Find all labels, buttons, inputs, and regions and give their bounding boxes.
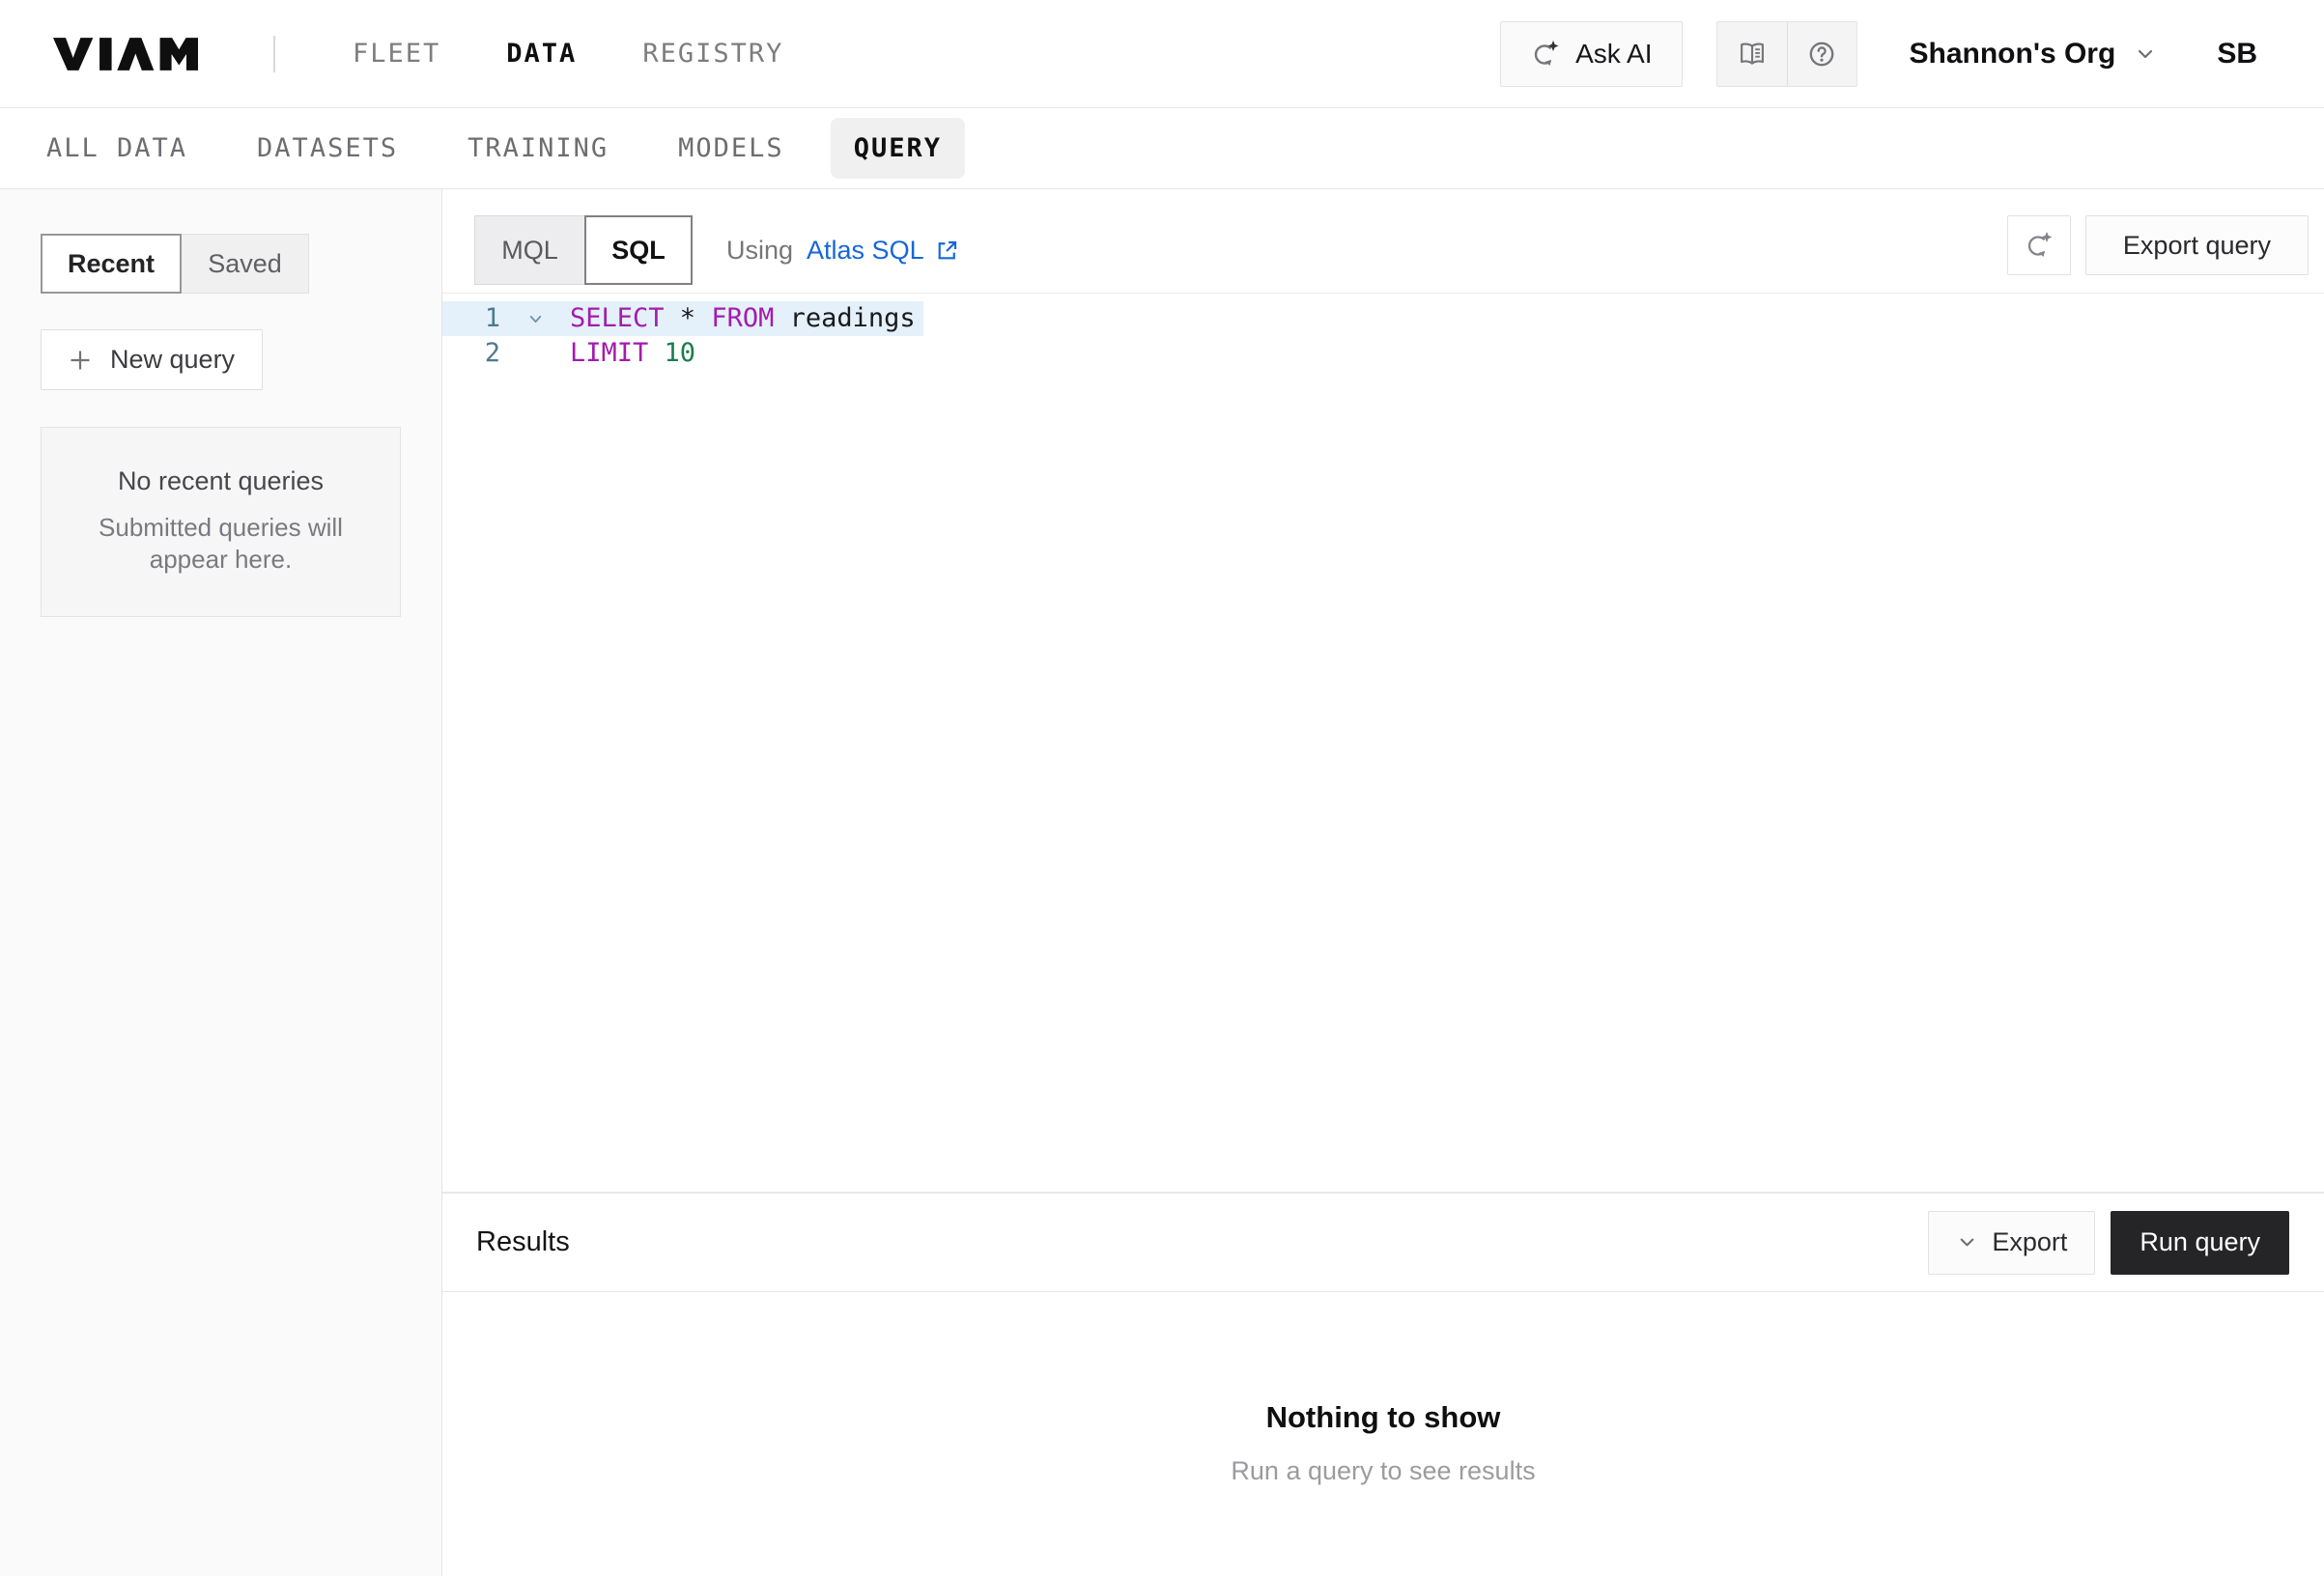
query-main: MQL SQL Using Atlas SQL: [442, 189, 2324, 1576]
tab-training[interactable]: TRAINING: [468, 133, 609, 163]
chevron-down-icon: [527, 311, 544, 327]
nav-data[interactable]: DATA: [506, 39, 577, 69]
results-title: Results: [476, 1226, 570, 1258]
sql-text: *: [665, 303, 712, 333]
results-empty-state: Nothing to show Run a query to see resul…: [442, 1292, 2324, 1576]
org-name: Shannon's Org: [1910, 38, 2116, 70]
content-area: Recent Saved New query No recent queries…: [0, 189, 2324, 1576]
code-line-2[interactable]: 2 LIMIT 10: [442, 336, 703, 371]
org-switcher[interactable]: Shannon's Org: [1910, 38, 2158, 70]
sql-text: readings: [774, 303, 915, 333]
help-button[interactable]: [1787, 22, 1856, 86]
empty-panel-subtitle: Submitted queries will appear here.: [81, 512, 361, 576]
export-results-button[interactable]: Export: [1928, 1211, 2095, 1275]
run-query-button[interactable]: Run query: [2111, 1211, 2289, 1275]
atlas-sql-link[interactable]: Atlas SQL: [807, 236, 960, 266]
sql-text: [648, 338, 664, 368]
recent-saved-toggle: Recent Saved: [41, 234, 401, 294]
tab-saved[interactable]: Saved: [182, 234, 309, 294]
fold-gutter: [500, 336, 570, 371]
ai-sparkle-refresh-icon: [1530, 39, 1561, 70]
empty-results-title: Nothing to show: [1266, 1400, 1501, 1435]
mode-mql-button[interactable]: MQL: [474, 215, 585, 285]
sql-code-editor[interactable]: 1 SELECT * FROM readings 2 LIMIT 10: [442, 293, 2324, 1192]
app-header: FLEET DATA REGISTRY Ask AI: [0, 0, 2324, 108]
fold-toggle[interactable]: [500, 301, 570, 336]
query-sidebar: Recent Saved New query No recent queries…: [0, 189, 442, 1576]
ai-sparkle-refresh-icon: [2024, 230, 2055, 261]
nav-fleet[interactable]: FLEET: [353, 39, 440, 69]
header-divider: [273, 36, 275, 72]
sql-keyword: LIMIT: [570, 338, 648, 368]
viam-logo[interactable]: [53, 38, 198, 70]
tab-recent[interactable]: Recent: [41, 234, 182, 294]
code-line-1[interactable]: 1 SELECT * FROM readings: [442, 301, 923, 336]
line-number: 2: [442, 336, 500, 371]
empty-panel-title: No recent queries: [42, 466, 400, 496]
using-atlas-sql: Using Atlas SQL: [726, 215, 960, 285]
data-subnav: ALL DATA DATASETS TRAINING MODELS QUERY: [0, 108, 2324, 189]
sql-keyword: SELECT: [570, 303, 665, 333]
using-label: Using: [726, 236, 793, 266]
sql-keyword: FROM: [711, 303, 774, 333]
line-number: 1: [442, 301, 500, 336]
no-recent-queries-panel: No recent queries Submitted queries will…: [41, 427, 401, 617]
code-text: LIMIT 10: [570, 336, 695, 371]
tab-all-data[interactable]: ALL DATA: [46, 133, 187, 163]
new-query-label: New query: [110, 345, 235, 375]
chevron-down-icon: [1956, 1231, 1978, 1253]
ask-ai-label: Ask AI: [1575, 39, 1652, 70]
ask-ai-button[interactable]: Ask AI: [1500, 21, 1682, 87]
plus-icon: [67, 347, 94, 374]
atlas-sql-link-label: Atlas SQL: [807, 236, 924, 266]
mode-sql-button[interactable]: SQL: [584, 215, 693, 285]
export-results-label: Export: [1992, 1227, 2067, 1257]
docs-help-group: [1716, 21, 1857, 87]
nav-registry[interactable]: REGISTRY: [642, 39, 783, 69]
tab-models[interactable]: MODELS: [678, 133, 784, 163]
sql-number: 10: [665, 338, 696, 368]
export-query-button[interactable]: Export query: [2085, 215, 2309, 275]
tab-datasets[interactable]: DATASETS: [257, 133, 398, 163]
main-nav: FLEET DATA REGISTRY: [353, 39, 783, 69]
book-icon: [1737, 39, 1768, 70]
documentation-button[interactable]: [1717, 22, 1787, 86]
external-link-icon: [934, 238, 960, 264]
ai-regenerate-button[interactable]: [2007, 215, 2071, 275]
results-bar: Results Export Run query: [442, 1192, 2324, 1292]
new-query-button[interactable]: New query: [41, 329, 263, 390]
empty-results-subtitle: Run a query to see results: [1231, 1456, 1535, 1486]
code-text: SELECT * FROM readings: [570, 301, 916, 336]
chevron-down-icon: [2134, 42, 2157, 66]
user-avatar[interactable]: SB: [2217, 38, 2257, 70]
viam-app: FLEET DATA REGISTRY Ask AI: [0, 0, 2324, 1576]
question-circle-icon: [1806, 39, 1837, 70]
query-toolbar: MQL SQL Using Atlas SQL: [442, 189, 2324, 285]
tab-query[interactable]: QUERY: [831, 118, 965, 179]
viam-logo-mark: [53, 38, 198, 70]
